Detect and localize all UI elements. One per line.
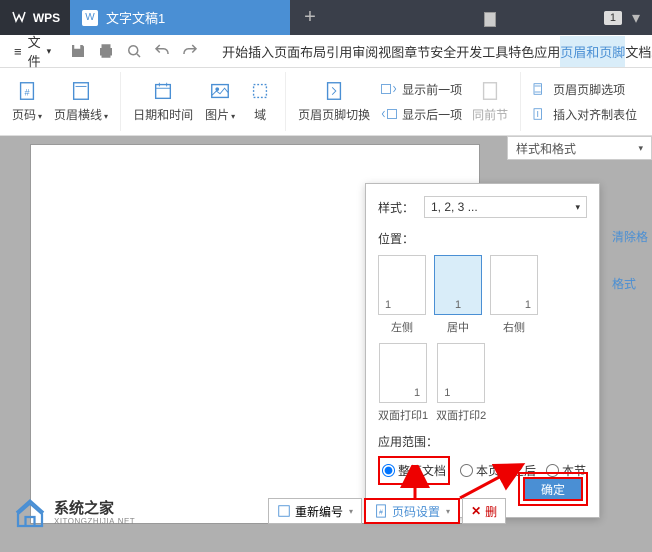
page-setup-button[interactable]: # 页码设置▾ xyxy=(364,498,460,524)
bottom-toolbar: 重新编号▾ # 页码设置▾ ✕ 删 xyxy=(268,498,506,524)
ribbon-tab[interactable]: 页面布局 xyxy=(274,36,326,67)
ok-button[interactable]: 确定 xyxy=(523,477,583,501)
format-link[interactable]: 格式 xyxy=(612,275,652,292)
position-duplex1[interactable]: 1 xyxy=(379,343,427,403)
add-tab-button[interactable]: + xyxy=(290,0,330,35)
menu-bar: ≡ 文件 ▾ 开始插入页面布局引用审阅视图章节安全开发工具特色应用页眉和页脚文档… xyxy=(0,35,652,68)
ribbon-tab[interactable]: 安全 xyxy=(430,36,456,67)
styles-panel-header[interactable]: 样式和格式 ▾ xyxy=(507,136,652,160)
header-footer-switch-button[interactable]: 页眉页脚切换 xyxy=(292,80,376,123)
document-tab[interactable]: W 文字文稿1 xyxy=(70,0,290,35)
preview-icon[interactable] xyxy=(125,42,143,60)
picture-button[interactable]: 图片▾ xyxy=(199,80,241,123)
delete-icon: ✕ xyxy=(471,504,481,518)
style-select[interactable]: 1, 2, 3 ...▾ xyxy=(424,196,587,218)
ribbon-tab[interactable]: 插入 xyxy=(248,36,274,67)
field-button[interactable]: 域 xyxy=(241,80,279,123)
caret-down-icon[interactable]: ▾ xyxy=(632,8,640,28)
position-left[interactable]: 1 xyxy=(378,255,426,315)
redo-icon[interactable] xyxy=(181,42,199,60)
svg-text:#: # xyxy=(24,88,30,98)
ribbon-tab[interactable]: 开发工具 xyxy=(456,36,508,67)
file-menu[interactable]: ≡ 文件 ▾ xyxy=(4,32,61,70)
badge[interactable]: 1 xyxy=(604,11,622,25)
clear-format-link[interactable]: 清除格 xyxy=(612,228,652,245)
scroll-handle[interactable] xyxy=(484,12,496,27)
same-section-button: 同前节 xyxy=(466,80,514,123)
show-prev-button[interactable]: 显示前一项 xyxy=(376,79,466,100)
position-label: 位置： xyxy=(378,230,587,247)
style-label: 样式： xyxy=(378,199,418,216)
watermark-en: XITONGZHIJIA.NET xyxy=(54,518,135,527)
position-right[interactable]: 1 xyxy=(490,255,538,315)
wps-logo: WPS xyxy=(0,0,70,35)
delete-button[interactable]: ✕ 删 xyxy=(462,498,506,524)
house-icon xyxy=(12,496,48,532)
radio-all[interactable]: 整篇文档 xyxy=(382,462,446,479)
header-footer-options-button[interactable]: 页眉页脚选项 xyxy=(527,79,641,100)
ribbon-tab[interactable]: 页眉和页脚 xyxy=(560,36,625,67)
ribbon-tab[interactable]: 章节 xyxy=(404,36,430,67)
word-doc-icon: W xyxy=(82,10,98,26)
quick-access xyxy=(61,42,207,60)
ribbon-tab[interactable]: 引用 xyxy=(326,36,352,67)
ribbon-tab[interactable]: 文档助手 xyxy=(625,36,652,67)
position-duplex2[interactable]: 1 xyxy=(437,343,485,403)
ribbon-tab[interactable]: 审阅 xyxy=(352,36,378,67)
ribbon-tabs: 开始插入页面布局引用审阅视图章节安全开发工具特色应用页眉和页脚文档助手 xyxy=(222,36,652,67)
scope-label: 应用范围： xyxy=(378,433,587,450)
hamburger-icon: ≡ xyxy=(14,44,22,59)
position-center[interactable]: 1 xyxy=(434,255,482,315)
highlight-scope-all: 整篇文档 xyxy=(378,456,450,485)
tab-title: 文字文稿1 xyxy=(106,8,165,27)
renumber-button[interactable]: 重新编号▾ xyxy=(268,498,362,524)
header-line-button[interactable]: 页眉横线▾ xyxy=(48,80,114,123)
show-next-button[interactable]: 显示后一项 xyxy=(376,104,466,125)
page-number-popover: 样式： 1, 2, 3 ...▾ 位置： 1 左侧 1 居中 1 右侧 1 双面… xyxy=(365,183,600,518)
ribbon: # 页码▾ 页眉横线▾ 日期和时间 图片▾ 域 页眉页脚切换 显示前一项 显示后… xyxy=(0,68,652,136)
watermark-cn: 系统之家 xyxy=(54,501,135,518)
datetime-button[interactable]: 日期和时间 xyxy=(127,80,199,123)
insert-align-tab-button[interactable]: 插入对齐制表位 xyxy=(527,104,641,125)
print-icon[interactable] xyxy=(97,42,115,60)
undo-icon[interactable] xyxy=(153,42,171,60)
app-name: WPS xyxy=(33,11,60,25)
title-bar: WPS W 文字文稿1 + 1 ▾ xyxy=(0,0,652,35)
ribbon-tab[interactable]: 特色应用 xyxy=(508,36,560,67)
watermark: 系统之家 XITONGZHIJIA.NET xyxy=(12,496,135,532)
ribbon-tab[interactable]: 开始 xyxy=(222,36,248,67)
ribbon-tab[interactable]: 视图 xyxy=(378,36,404,67)
page-number-button[interactable]: # 页码▾ xyxy=(6,80,48,123)
styles-links: 清除格 格式 xyxy=(612,220,652,292)
svg-text:#: # xyxy=(379,510,383,517)
save-icon[interactable] xyxy=(69,42,87,60)
